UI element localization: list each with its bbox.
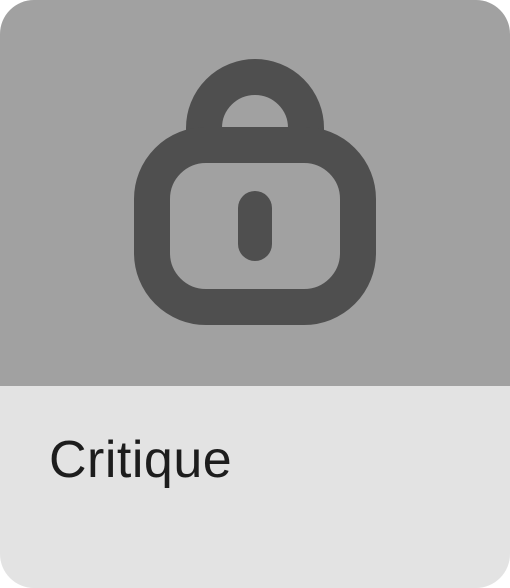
tile-icon-area (0, 0, 510, 386)
lock-icon (134, 59, 376, 325)
critique-tile[interactable]: Critique (0, 0, 510, 588)
tile-label: Critique (49, 431, 233, 489)
